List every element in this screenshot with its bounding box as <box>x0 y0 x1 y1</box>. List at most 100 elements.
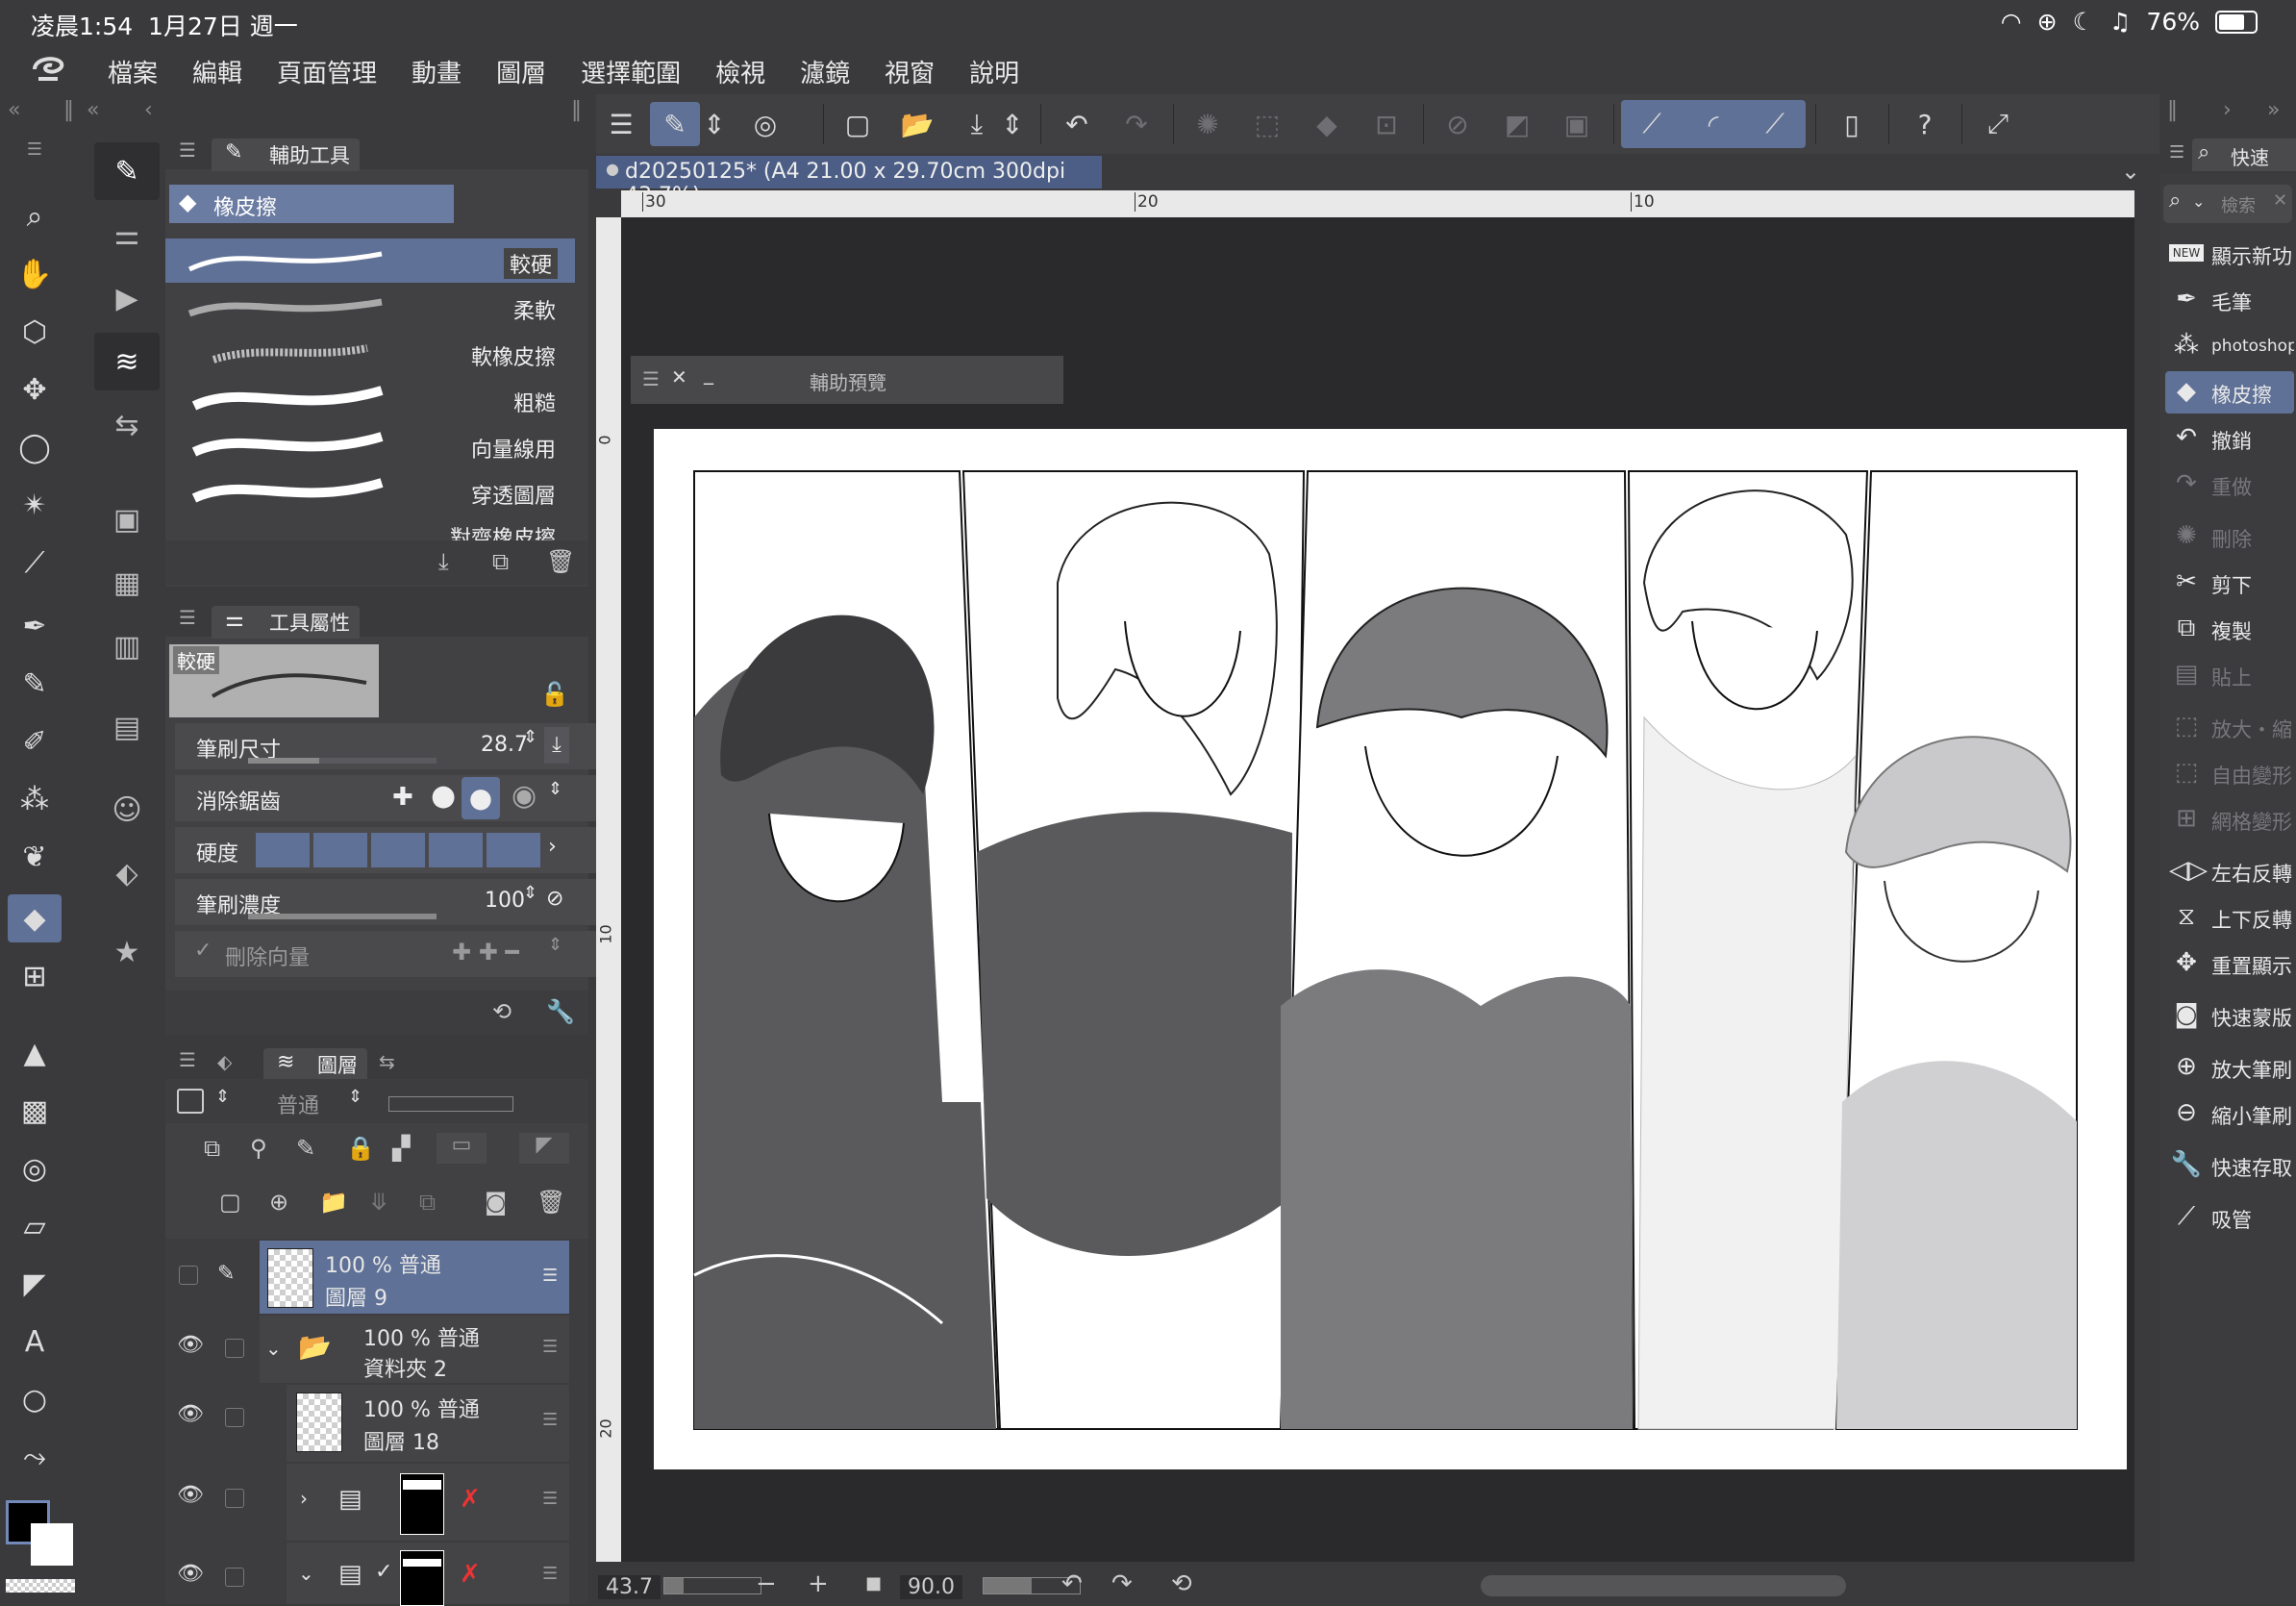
hardness-step-3[interactable] <box>371 833 425 867</box>
new-vector-layer-icon[interactable]: ⊕ <box>269 1189 288 1216</box>
subtool-item[interactable]: 對齊橡皮擦 <box>165 515 575 540</box>
mask-disabled-icon[interactable]: ✗ <box>460 1560 481 1589</box>
clear-selection-icon[interactable]: ⬚ <box>1242 102 1292 146</box>
tool-property-panel-icon[interactable]: ⚌ <box>94 206 160 263</box>
collapse-right-icon[interactable]: » <box>2267 98 2280 122</box>
timeline-panel-icon[interactable]: ▥ <box>94 617 160 675</box>
animation-panel-icon[interactable]: ▶ <box>94 269 160 327</box>
transfer-down-icon[interactable]: ⤋ <box>369 1189 388 1216</box>
history-tab-icon[interactable]: ⇆ <box>379 1050 395 1073</box>
navigator-panel-icon[interactable]: ▣ <box>94 490 160 548</box>
subtool-item[interactable]: 柔軟 <box>165 285 575 329</box>
reset-rotation-icon[interactable]: ⟲ <box>1171 1569 1192 1598</box>
eye-icon[interactable]: 👁 <box>177 1402 204 1426</box>
history-panel-icon[interactable]: ⇆ <box>94 396 160 454</box>
save-icon[interactable]: ⤓ <box>952 102 1002 146</box>
balloon-tool-icon[interactable]: ○ <box>8 1375 62 1423</box>
hamburger-menu-icon[interactable]: ☰ <box>596 102 646 146</box>
delete-layer-icon[interactable]: 🗑 <box>537 1189 565 1216</box>
collapse-left-icon[interactable]: « <box>8 98 20 122</box>
layer-row-layer18[interactable]: 100 % 普通 圖層 18 ☰ <box>287 1385 569 1462</box>
layer-menu-icon[interactable]: ☰ <box>542 1489 558 1509</box>
fit-icon[interactable]: ■ <box>865 1573 882 1593</box>
menu-filter[interactable]: 濾鏡 <box>800 54 850 89</box>
checkmark-icon[interactable]: ✓ <box>194 939 212 963</box>
subtool-tab[interactable]: ✎ 輔助工具 <box>212 138 360 171</box>
layer-tab[interactable]: ≋ 圖層 <box>263 1048 367 1081</box>
layer-panel-icon[interactable]: ≋ <box>94 333 160 390</box>
wrench-icon[interactable]: 🔧 <box>546 998 575 1025</box>
layer-menu-icon[interactable]: ☰ <box>542 1410 558 1430</box>
figure-tool-icon[interactable]: ◎ <box>8 1144 62 1192</box>
eye-icon[interactable]: 👁 <box>177 1483 204 1507</box>
new-raster-layer-icon[interactable]: ▢ <box>219 1189 241 1216</box>
antialias-none-icon[interactable]: ✚ <box>392 783 413 812</box>
reference-layer-icon[interactable]: ⚲ <box>250 1135 267 1162</box>
lock-transparency-icon[interactable]: ▞ <box>392 1135 410 1162</box>
antialias-strong-icon[interactable]: ◉ <box>512 779 537 813</box>
stepper-icon[interactable]: ⇕ <box>215 1087 230 1107</box>
loading-icon[interactable]: ✺ <box>1183 102 1233 146</box>
quick-access-tab[interactable]: ⌕ 快速 <box>2192 138 2296 171</box>
layer-row-folder2[interactable]: ⌄ 📂 100 % 普通 資料夾 2 ☰ <box>260 1316 569 1383</box>
chevron-left-icon[interactable]: ‹ <box>144 98 153 122</box>
page-manager-icon[interactable]: ▤ <box>94 698 160 756</box>
qa-quick-mask[interactable]: ◙ 快速蒙版 <box>2165 994 2294 1037</box>
blend-mode-select[interactable]: 普通 <box>277 1089 319 1119</box>
fill-tool-icon[interactable]: ▲ <box>8 1029 62 1077</box>
menu-edit[interactable]: 編輯 <box>192 54 242 89</box>
subtool-panel-icon[interactable]: ✎ <box>94 142 160 200</box>
qa-redo[interactable]: ↷ 重做 <box>2165 464 2294 506</box>
snap-special-ruler-icon[interactable]: ◜ <box>1688 102 1738 146</box>
angle-value[interactable]: 90.0 <box>900 1575 962 1599</box>
menu-page[interactable]: 頁面管理 <box>277 54 377 89</box>
qa-airbrush[interactable]: ⁂ photoshop <box>2165 325 2294 367</box>
qa-free-transform[interactable]: ⬚ 自由變形 <box>2165 752 2294 794</box>
eraser-tool-icon[interactable]: ◆ <box>8 894 62 942</box>
qa-brush-size-up[interactable]: ⊕ 放大筆刷 <box>2165 1046 2294 1089</box>
menu-file[interactable]: 檔案 <box>108 54 158 89</box>
zoom-tool-icon[interactable]: ⌕ <box>8 192 62 240</box>
vector-option-icon[interactable]: ✚ ✚ ━ <box>452 939 519 966</box>
tool-property-tab[interactable]: ⚌ 工具屬性 <box>212 606 360 639</box>
zoom-value[interactable]: 43.7 <box>598 1575 661 1599</box>
close-icon[interactable]: ✕ <box>2273 190 2287 211</box>
merge-down-icon[interactable]: ⧉ <box>419 1189 436 1216</box>
correct-line-tool-icon[interactable]: ⤳ <box>8 1433 62 1481</box>
chevron-updown-icon[interactable]: ⇕ <box>700 102 729 146</box>
character-panel-icon[interactable]: ☺ <box>94 781 160 839</box>
antialias-medium-icon[interactable]: ● <box>462 777 500 819</box>
quick-access-search[interactable]: ⌕ ⌄ 檢索 ✕ <box>2163 185 2292 223</box>
qa-brush-size-down[interactable]: ⊖ 縮小筆刷 <box>2165 1092 2294 1135</box>
stepper-icon[interactable]: ⇕ <box>548 935 562 955</box>
layer-menu-icon[interactable]: ☰ <box>542 1266 558 1286</box>
redo-icon[interactable]: ↷ <box>1111 102 1161 146</box>
favorites-panel-icon[interactable]: ★ <box>94 923 160 981</box>
duplicate-icon[interactable]: ⧉ <box>492 548 509 575</box>
drawing-paper[interactable] <box>654 429 2127 1469</box>
chevron-right-icon[interactable]: › <box>548 835 557 859</box>
chevron-down-icon[interactable]: ⌄ <box>2192 192 2205 211</box>
zoom-slider[interactable] <box>663 1577 761 1594</box>
lock-icon[interactable]: 🔓 <box>540 681 569 708</box>
transform-icon[interactable]: ⊡ <box>1361 102 1411 146</box>
qa-paste[interactable]: ▤ 貼上 <box>2165 654 2294 696</box>
pencil-tool-icon[interactable]: ✎ <box>8 660 62 708</box>
gradient-tool-icon[interactable]: ▩ <box>8 1087 62 1135</box>
menu-view[interactable]: 檢視 <box>715 54 765 89</box>
no-pressure-icon[interactable]: ⊘ <box>546 887 563 911</box>
menu-help[interactable]: 說明 <box>969 54 1019 89</box>
layer-checkbox[interactable] <box>225 1408 244 1427</box>
selection-border-icon[interactable]: ▣ <box>1552 102 1602 146</box>
hardness-step-4[interactable] <box>429 833 483 867</box>
menu-animation[interactable]: 動畫 <box>412 54 462 89</box>
frame-tool-icon[interactable]: ▱ <box>8 1202 62 1250</box>
snap-grid-icon[interactable]: ⟋ <box>1750 102 1800 146</box>
new-folder-icon[interactable]: 📁 <box>319 1189 348 1216</box>
qa-quick-access[interactable]: 🔧 快速存取 <box>2165 1144 2294 1187</box>
qa-delete[interactable]: ✺ 刪除 <box>2165 515 2294 558</box>
erase-vector-property[interactable]: ✓ 刪除向量 ✚ ✚ ━ ⇕ <box>175 931 606 977</box>
ruler-tool-icon[interactable]: ◤ <box>8 1260 62 1308</box>
new-file-icon[interactable]: ▢ <box>833 102 883 146</box>
eyedropper-tool-icon[interactable]: ⟋ <box>8 539 62 587</box>
